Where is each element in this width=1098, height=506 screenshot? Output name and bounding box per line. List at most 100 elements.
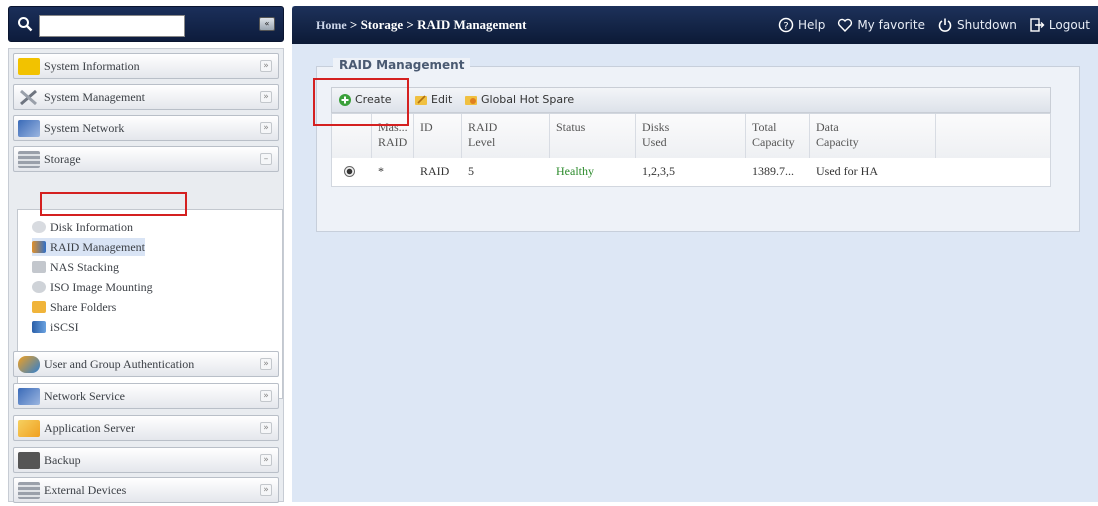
search-icon[interactable] <box>17 16 33 32</box>
logout-icon <box>1030 18 1045 32</box>
info-icon <box>18 58 40 75</box>
edit-icon <box>415 95 427 105</box>
cell-total-capacity: 1389.7... <box>752 164 794 178</box>
sidebar-category-backup[interactable]: Backup » <box>13 447 279 473</box>
chevron-down-icon: » <box>260 122 272 134</box>
sidebar-item-raid-management[interactable]: RAID Management <box>32 238 145 256</box>
hot-spare-icon <box>465 96 477 105</box>
disk-icon <box>32 221 46 233</box>
cell-id: RAID <box>420 164 450 178</box>
search-bar: « <box>8 6 284 42</box>
sidebar-item-label: Disk Information <box>50 220 133 234</box>
chevron-down-icon: » <box>260 454 272 466</box>
sidebar-item-nas-stacking[interactable]: NAS Stacking <box>32 258 119 276</box>
iso-icon <box>32 281 46 293</box>
sidebar-item-label: RAID Management <box>50 240 145 254</box>
chevron-down-icon: » <box>260 390 272 402</box>
sidebar-category-label: System Network <box>44 121 125 135</box>
column-header-id[interactable]: ID <box>414 114 462 158</box>
column-header-status[interactable]: Status <box>550 114 636 158</box>
column-header-data-capacity[interactable]: Data Capacity <box>810 114 936 158</box>
sidebar-category-user-group-authentication[interactable]: User and Group Authentication » <box>13 351 279 377</box>
sidebar-category-label: Application Server <box>44 421 135 435</box>
sidebar-category-system-network[interactable]: System Network » <box>13 115 279 141</box>
edit-button[interactable]: Edit <box>414 88 452 112</box>
chevron-down-icon: » <box>260 422 272 434</box>
column-header-total-capacity[interactable]: Total Capacity <box>746 114 810 158</box>
sidebar-item-disk-information[interactable]: Disk Information <box>32 218 133 236</box>
tools-icon <box>20 89 37 106</box>
backup-icon <box>18 452 40 469</box>
collapse-sidebar-icon[interactable]: « <box>259 17 275 31</box>
sidebar-item-iscsi[interactable]: iSCSI <box>32 318 79 336</box>
sidebar-nav: System Information » System Management »… <box>8 48 284 503</box>
sidebar-category-system-management[interactable]: System Management » <box>13 84 279 110</box>
create-label: Create <box>355 93 392 106</box>
chevron-down-icon: » <box>260 358 272 370</box>
cell-raid-level: 5 <box>468 164 474 178</box>
sidebar-item-iso-image-mounting[interactable]: ISO Image Mounting <box>32 278 153 296</box>
sidebar-item-label: Share Folders <box>50 300 117 314</box>
stacking-icon <box>32 261 46 273</box>
power-icon <box>938 18 952 32</box>
raid-management-section: RAID Management Create Edit Global Hot S… <box>316 58 1080 232</box>
main-panel: Home > Storage > RAID Management ? Help … <box>292 6 1098 502</box>
users-icon <box>18 356 40 373</box>
global-hot-spare-button[interactable]: Global Hot Spare <box>464 88 574 112</box>
column-header-master-raid[interactable]: Mas... RAID <box>372 114 414 158</box>
shutdown-button[interactable]: Shutdown <box>937 17 1017 33</box>
cell-disks-used: 1,2,3,5 <box>642 164 675 178</box>
top-actions: ? Help My favorite Shutdown Logout <box>778 6 1090 44</box>
cell-master-raid: * <box>378 164 384 178</box>
sidebar-category-system-information[interactable]: System Information » <box>13 53 279 79</box>
column-header-disks-used[interactable]: Disks Used <box>636 114 746 158</box>
help-label: Help <box>797 18 826 32</box>
raid-toolbar: Create Edit Global Hot Spare <box>331 87 1051 113</box>
breadcrumb-path: > Storage > RAID Management <box>346 17 527 32</box>
sidebar-category-label: User and Group Authentication <box>44 357 195 371</box>
search-input[interactable] <box>39 15 185 37</box>
top-bar: Home > Storage > RAID Management ? Help … <box>292 6 1098 44</box>
raid-table: Mas... RAID ID RAID Level Status Disks Used… <box>331 113 1051 187</box>
my-favorite-label: My favorite <box>857 18 925 32</box>
storage-icon <box>18 151 40 168</box>
sidebar-item-share-folders[interactable]: Share Folders <box>32 298 116 316</box>
breadcrumb-home-link[interactable]: Home <box>316 18 347 32</box>
iscsi-icon <box>32 321 46 333</box>
network-service-icon <box>18 388 40 405</box>
edit-label: Edit <box>431 93 453 106</box>
external-devices-icon <box>18 482 40 499</box>
sidebar-category-application-server[interactable]: Application Server » <box>13 415 279 441</box>
heart-icon <box>838 18 853 33</box>
sidebar-category-network-service[interactable]: Network Service » <box>13 383 279 409</box>
breadcrumb: Home > Storage > RAID Management <box>316 6 526 44</box>
cell-data-capacity: Used for HA <box>816 164 878 178</box>
chevron-up-icon: – <box>260 153 272 165</box>
help-icon: ? <box>778 17 794 33</box>
sidebar-category-label: Backup <box>44 453 81 467</box>
row-select-radio[interactable] <box>344 166 355 177</box>
chevron-down-icon: » <box>260 91 272 103</box>
sidebar-item-label: ISO Image Mounting <box>50 280 153 294</box>
chevron-down-icon: » <box>260 60 272 72</box>
add-icon <box>339 94 351 106</box>
application-icon <box>18 420 40 437</box>
sidebar-item-label: NAS Stacking <box>50 260 119 274</box>
column-header-raid-level[interactable]: RAID Level <box>462 114 550 158</box>
create-button[interactable]: Create <box>338 88 392 112</box>
sidebar-category-label: Storage <box>44 152 81 166</box>
select-column-header <box>332 114 372 158</box>
sidebar-category-label: Network Service <box>44 389 125 403</box>
logout-label: Logout <box>1048 18 1090 32</box>
global-hot-spare-label: Global Hot Spare <box>481 93 575 106</box>
cell-status: Healthy <box>556 164 594 178</box>
sidebar-category-label: External Devices <box>44 483 127 497</box>
help-button[interactable]: ? Help <box>778 17 825 33</box>
network-icon <box>18 120 40 137</box>
raid-icon <box>32 241 46 253</box>
my-favorite-button[interactable]: My favorite <box>837 17 925 33</box>
sidebar-category-storage[interactable]: Storage – <box>13 146 279 172</box>
logout-button[interactable]: Logout <box>1029 17 1090 33</box>
sidebar-category-external-devices[interactable]: External Devices » <box>13 477 279 503</box>
folder-icon <box>32 301 46 313</box>
